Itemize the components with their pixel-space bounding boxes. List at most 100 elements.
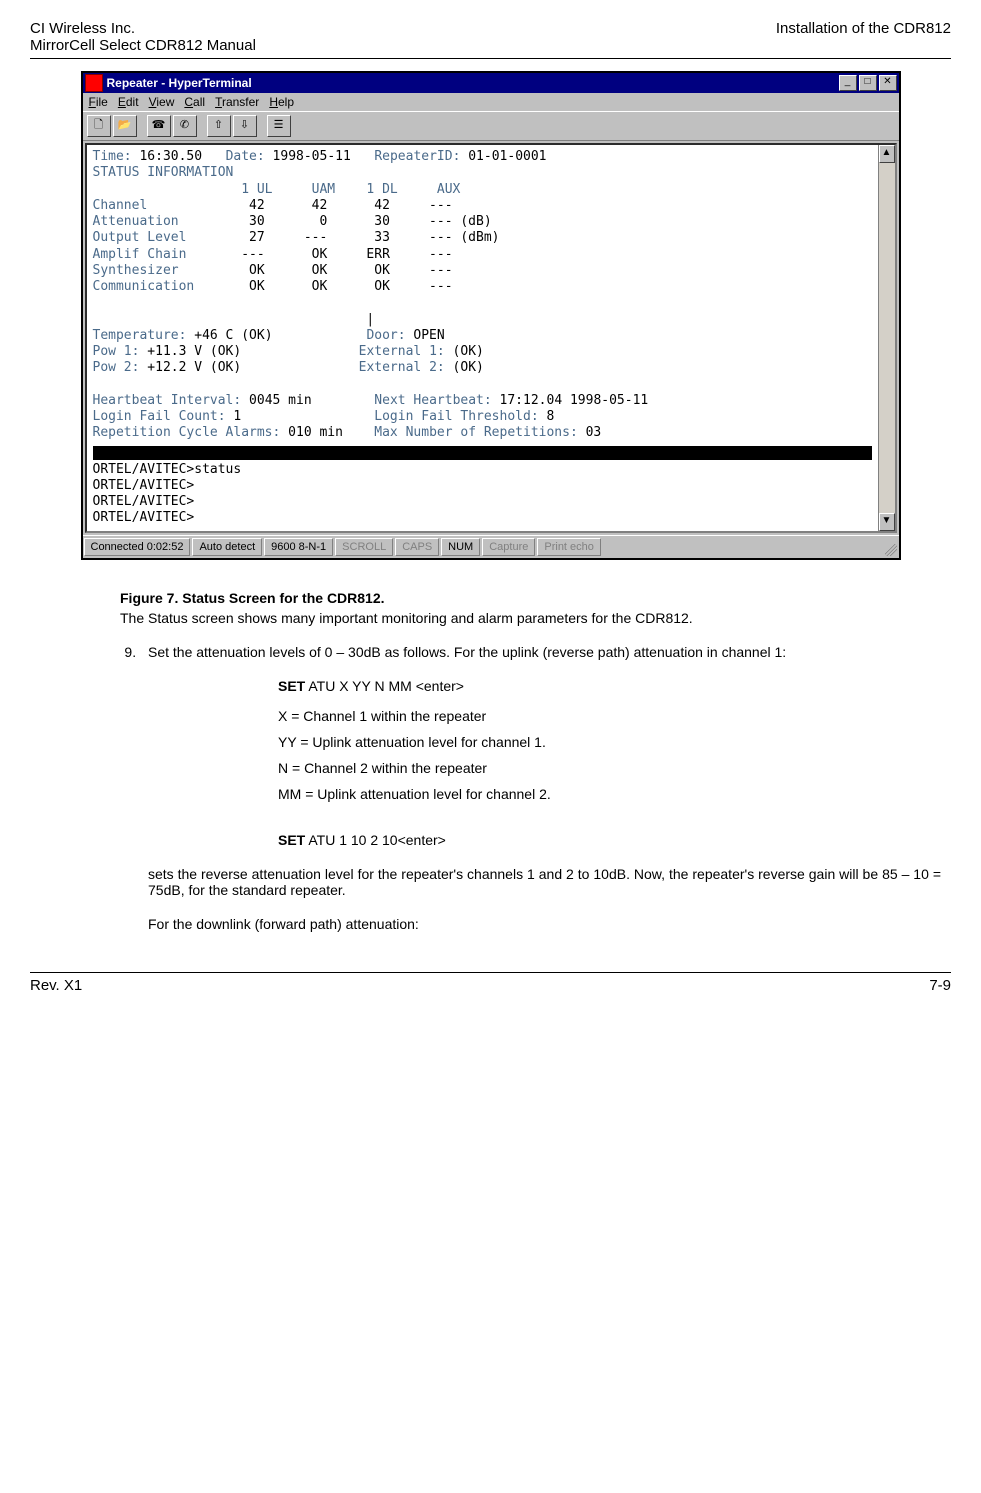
menu-edit[interactable]: Edit bbox=[118, 95, 139, 109]
status-bar: Connected 0:02:52 Auto detect 9600 8-N-1… bbox=[83, 535, 899, 558]
prompt-4: ORTEL/AVITEC> bbox=[93, 510, 195, 525]
lbl-ext2: External 2: bbox=[359, 360, 445, 375]
prompt-1: ORTEL/AVITEC>status bbox=[93, 462, 242, 477]
status-setting: 9600 8-N-1 bbox=[264, 538, 333, 556]
val-door: OPEN bbox=[406, 328, 445, 343]
toolbar: 🗋 📂 ☎ ✆ ⇧ ⇩ ☰ bbox=[83, 111, 899, 141]
col-headers: 1 UL UAM 1 DL AUX bbox=[93, 182, 461, 197]
lbl-time: Time: bbox=[93, 149, 132, 164]
tb-call-icon[interactable]: ☎ bbox=[147, 115, 171, 137]
page-footer: Rev. X1 7-9 bbox=[30, 972, 951, 994]
tb-send-icon[interactable]: ⇧ bbox=[207, 115, 231, 137]
status-connected: Connected 0:02:52 bbox=[84, 538, 191, 556]
maximize-button[interactable]: □ bbox=[859, 75, 877, 91]
val-mnr: 03 bbox=[578, 425, 601, 440]
command-1: SET ATU X YY N MM <enter> bbox=[278, 678, 941, 694]
page-header: CI Wireless Inc. MirrorCell Select CDR81… bbox=[30, 20, 951, 59]
chapter-title: Installation of the CDR812 bbox=[776, 20, 951, 37]
lbl-repeater: RepeaterID: bbox=[374, 149, 460, 164]
lbl-ext1: External 1: bbox=[359, 344, 445, 359]
hyperterminal-window: Repeater - HyperTerminal _ □ ✕ File Edit… bbox=[81, 71, 901, 560]
tb-hangup-icon[interactable]: ✆ bbox=[173, 115, 197, 137]
param-n: N = Channel 2 within the repeater bbox=[278, 760, 941, 776]
val-temp: +46 C (OK) bbox=[186, 328, 272, 343]
scroll-track[interactable] bbox=[879, 163, 895, 513]
tb-open-icon[interactable]: 📂 bbox=[113, 115, 137, 137]
val-pow2: +12.2 V (OK) bbox=[139, 360, 241, 375]
explanation-para: sets the reverse attenuation level for t… bbox=[148, 866, 941, 898]
tb-new-icon[interactable]: 🗋 bbox=[87, 115, 111, 137]
lbl-comm: Communication bbox=[93, 279, 195, 294]
menu-bar: File Edit View Call Transfer Help bbox=[83, 93, 899, 111]
figure-caption: Figure 7. Status Screen for the CDR812. bbox=[120, 590, 941, 606]
lbl-rca: Repetition Cycle Alarms: bbox=[93, 425, 281, 440]
val-hb: 0045 min bbox=[241, 393, 311, 408]
val-repeater: 01-01-0001 bbox=[468, 149, 546, 164]
menu-view[interactable]: View bbox=[149, 95, 175, 109]
highlight-bar bbox=[93, 446, 872, 460]
param-yy: YY = Uplink attenuation level for channe… bbox=[278, 734, 941, 750]
menu-help[interactable]: Help bbox=[269, 95, 294, 109]
command-2: SET ATU 1 10 2 10<enter> bbox=[278, 832, 941, 848]
figure-description: The Status screen shows many important m… bbox=[120, 610, 941, 626]
menu-transfer[interactable]: Transfer bbox=[215, 95, 259, 109]
param-x: X = Channel 1 within the repeater bbox=[278, 708, 941, 724]
app-icon bbox=[85, 74, 103, 92]
downlink-para: For the downlink (forward path) attenuat… bbox=[148, 916, 941, 932]
lbl-attenuation: Attenuation bbox=[93, 214, 179, 229]
resize-grip-icon[interactable] bbox=[877, 536, 899, 558]
lbl-pow1: Pow 1: bbox=[93, 344, 140, 359]
val-date: 1998-05-11 bbox=[273, 149, 351, 164]
menu-call[interactable]: Call bbox=[184, 95, 205, 109]
lbl-synth: Synthesizer bbox=[93, 263, 179, 278]
window-title: Repeater - HyperTerminal bbox=[107, 76, 837, 90]
footer-rev: Rev. X1 bbox=[30, 977, 82, 994]
val-amplif: --- OK ERR --- bbox=[186, 247, 452, 262]
status-caps: CAPS bbox=[395, 538, 439, 556]
status-capture: Capture bbox=[482, 538, 535, 556]
prompt-2: ORTEL/AVITEC> bbox=[93, 478, 195, 493]
company: CI Wireless Inc. bbox=[30, 20, 135, 37]
val-pow1: +11.3 V (OK) bbox=[139, 344, 241, 359]
lbl-pow2: Pow 2: bbox=[93, 360, 140, 375]
val-rca: 010 min bbox=[280, 425, 343, 440]
minimize-button[interactable]: _ bbox=[839, 75, 857, 91]
cursor: | bbox=[93, 312, 375, 327]
val-lft: 8 bbox=[539, 409, 555, 424]
lbl-channel: Channel bbox=[93, 198, 148, 213]
lbl-output: Output Level bbox=[93, 230, 187, 245]
lbl-nhb: Next Heartbeat: bbox=[374, 393, 491, 408]
tb-receive-icon[interactable]: ⇩ bbox=[233, 115, 257, 137]
lbl-amplif: Amplif Chain bbox=[93, 247, 187, 262]
doc-title: MirrorCell Select CDR812 Manual bbox=[30, 37, 256, 54]
lbl-mnr: Max Number of Repetitions: bbox=[374, 425, 578, 440]
scroll-up-icon[interactable]: ▲ bbox=[879, 145, 895, 163]
param-mm: MM = Uplink attenuation level for channe… bbox=[278, 786, 941, 802]
status-echo: Print echo bbox=[537, 538, 601, 556]
close-button[interactable]: ✕ bbox=[879, 75, 897, 91]
val-attenuation: 30 0 30 --- (dB) bbox=[179, 214, 492, 229]
footer-page: 7-9 bbox=[929, 977, 951, 994]
lbl-lft: Login Fail Threshold: bbox=[374, 409, 538, 424]
tb-properties-icon[interactable]: ☰ bbox=[267, 115, 291, 137]
vertical-scrollbar[interactable]: ▲ ▼ bbox=[878, 145, 895, 531]
val-ext1: (OK) bbox=[445, 344, 484, 359]
lbl-door: Door: bbox=[366, 328, 405, 343]
lbl-date: Date: bbox=[226, 149, 265, 164]
val-synth: OK OK OK --- bbox=[179, 263, 453, 278]
status-detect: Auto detect bbox=[192, 538, 262, 556]
lbl-status-info: STATUS INFORMATION bbox=[93, 165, 234, 180]
lbl-hb: Heartbeat Interval: bbox=[93, 393, 242, 408]
scroll-down-icon[interactable]: ▼ bbox=[879, 513, 895, 531]
step-9: Set the attenuation levels of 0 – 30dB a… bbox=[148, 644, 941, 660]
menu-file[interactable]: File bbox=[89, 95, 108, 109]
val-comm: OK OK OK --- bbox=[194, 279, 452, 294]
val-output: 27 --- 33 --- (dBm) bbox=[186, 230, 499, 245]
prompt-3: ORTEL/AVITEC> bbox=[93, 494, 195, 509]
val-ext2: (OK) bbox=[445, 360, 484, 375]
status-scroll: SCROLL bbox=[335, 538, 393, 556]
status-num: NUM bbox=[441, 538, 480, 556]
val-channel: 42 42 42 --- bbox=[147, 198, 452, 213]
lbl-lfc: Login Fail Count: bbox=[93, 409, 226, 424]
title-bar[interactable]: Repeater - HyperTerminal _ □ ✕ bbox=[83, 73, 899, 93]
